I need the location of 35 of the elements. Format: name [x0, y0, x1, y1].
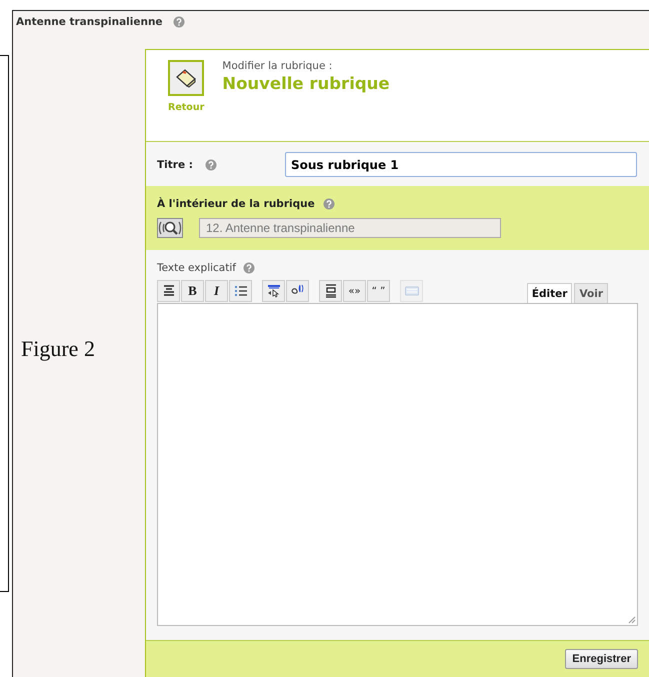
save-button[interactable]: Enregistrer: [565, 649, 638, 669]
edit-subtitle: Modifier la rubrique :: [222, 60, 334, 72]
quote-button[interactable]: «»: [343, 280, 366, 302]
page-title: Nouvelle rubrique: [222, 74, 390, 93]
section-title: Antenne transpinalienne: [16, 16, 163, 28]
help-icon[interactable]: [242, 262, 255, 274]
back-button[interactable]: [168, 60, 204, 96]
quote-button[interactable]: “ ”: [367, 280, 390, 302]
keyboard-icon: [404, 286, 418, 296]
help-icon[interactable]: [172, 16, 185, 28]
editor-tab[interactable]: Éditer: [526, 283, 572, 304]
italic-button[interactable]: I: [205, 280, 228, 302]
search-icon[interactable]: [157, 218, 183, 238]
parent-section-field[interactable]: 12. Antenne transpinalienne: [199, 218, 501, 238]
block-icon: [324, 284, 336, 298]
title-input[interactable]: Sous rubrique 1: [285, 152, 637, 177]
figure-caption: Figure 2: [21, 336, 95, 362]
field-label: Texte explicatif: [157, 262, 236, 274]
folder-icon: [175, 68, 198, 88]
help-icon[interactable]: [204, 158, 217, 170]
toolbar-button[interactable]: [157, 280, 180, 302]
heading-icon: [162, 285, 174, 296]
field-label: À l'intérieur de la rubrique: [157, 198, 315, 210]
help-icon[interactable]: [322, 198, 335, 210]
bullet-list-icon: [234, 286, 248, 296]
toolbar-button[interactable]: [319, 280, 342, 302]
toolbar-button[interactable]: [262, 280, 285, 302]
toolbar-button[interactable]: [286, 280, 309, 302]
resize-grip-icon[interactable]: [628, 616, 636, 624]
editor-tab[interactable]: Voir: [574, 283, 608, 303]
toolbar-button[interactable]: [229, 280, 252, 302]
link-cursor-icon: [268, 285, 280, 298]
footnote-icon: [291, 284, 303, 294]
bold-button[interactable]: B: [181, 280, 204, 302]
field-label: Titre :: [157, 158, 193, 170]
